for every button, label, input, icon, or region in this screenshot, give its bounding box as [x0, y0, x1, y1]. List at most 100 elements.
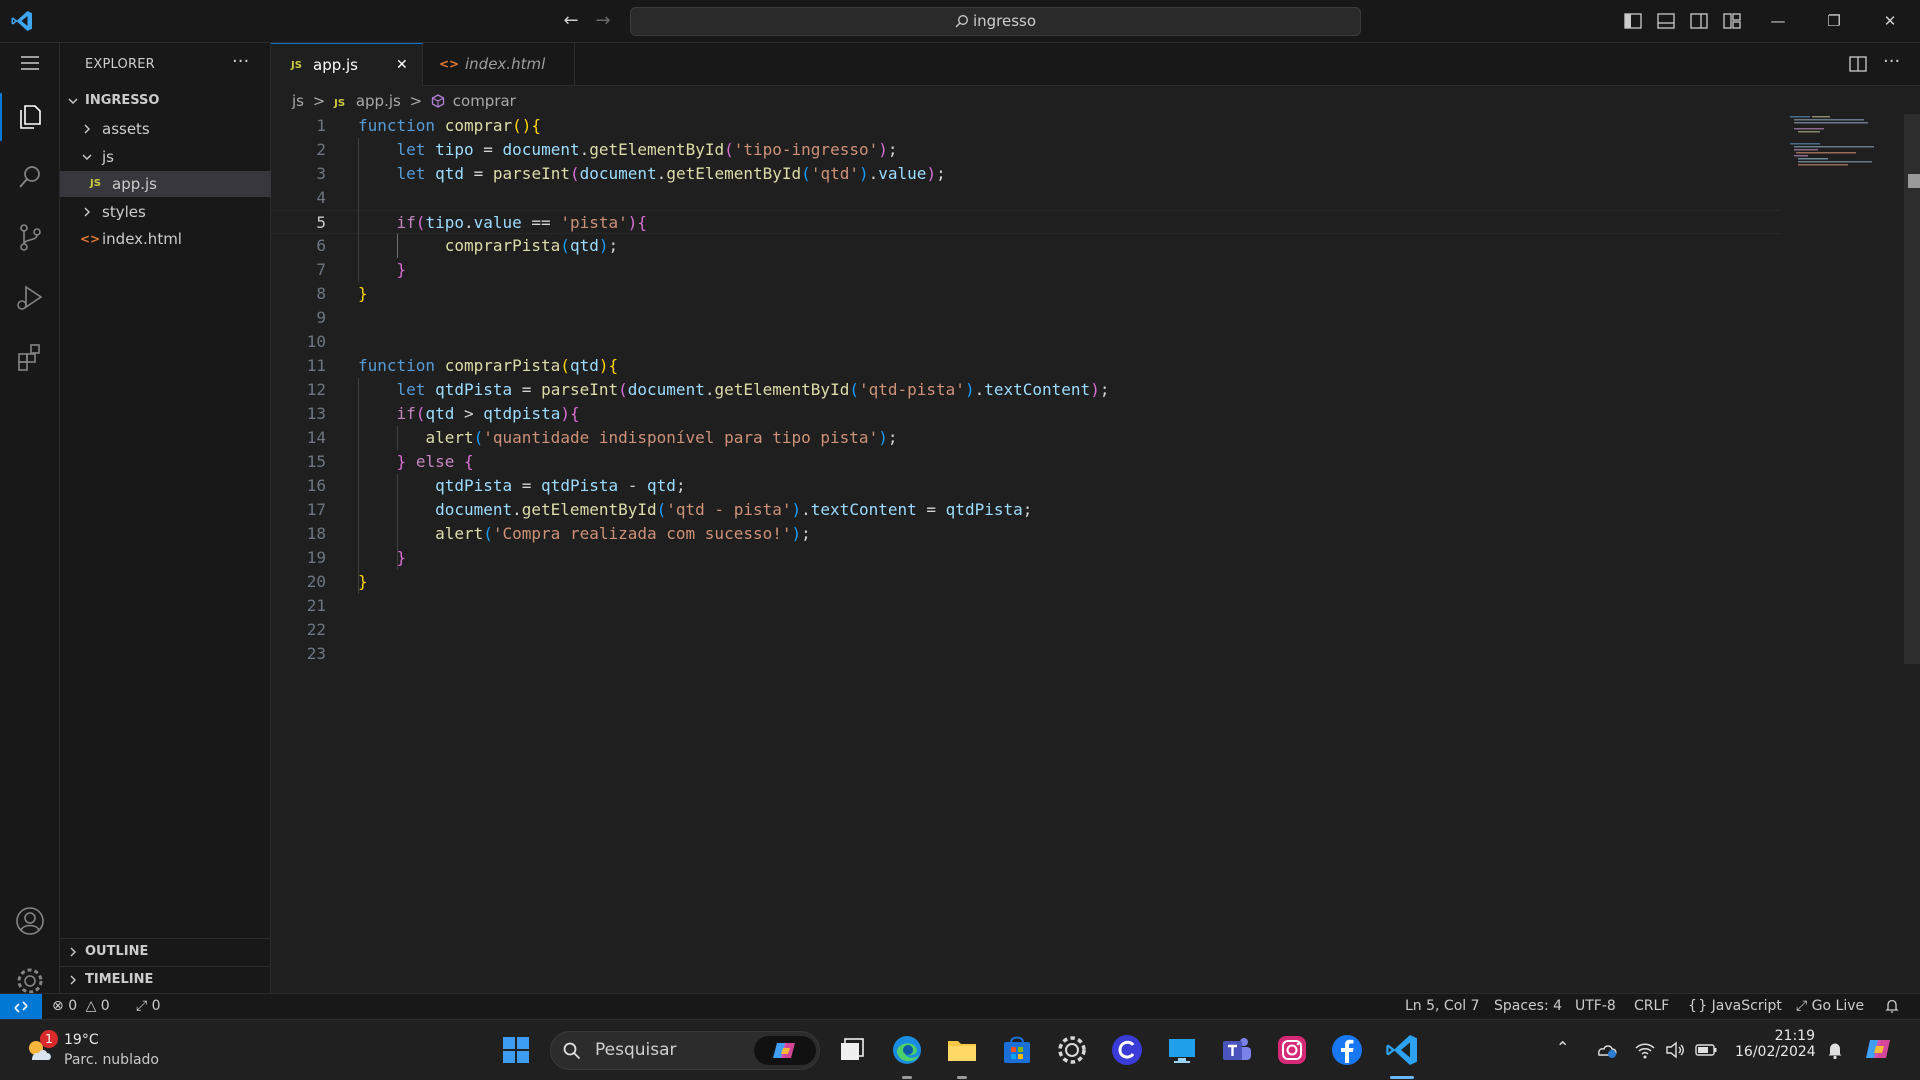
- code-text: alert('Compra realizada com sucesso!');: [435, 524, 811, 543]
- code-line[interactable]: 4: [271, 186, 1781, 210]
- toggle-panel-icon[interactable]: [1655, 10, 1677, 32]
- breadcrumb-file[interactable]: app.js: [356, 92, 401, 110]
- vscode-taskbar-icon[interactable]: [1384, 1032, 1420, 1068]
- extensions-icon[interactable]: [12, 339, 48, 375]
- notification-bell-icon[interactable]: [1825, 1040, 1845, 1060]
- tree-item-js[interactable]: js: [60, 144, 271, 170]
- code-line[interactable]: 12 let qtdPista = parseInt(document.getE…: [271, 378, 1781, 402]
- code-line[interactable]: 2 let tipo = document.getElementById('ti…: [271, 138, 1781, 162]
- split-editor-icon[interactable]: [1848, 54, 1868, 74]
- code-line[interactable]: 11 function comprarPista(qtd){: [271, 354, 1781, 378]
- code-line[interactable]: 10: [271, 330, 1781, 354]
- go-live-button[interactable]: ⤢ Go Live: [1796, 994, 1864, 1019]
- problems-indicator[interactable]: ⊗ 0 △ 0: [52, 994, 110, 1019]
- teams-icon[interactable]: [1219, 1032, 1255, 1068]
- html-file-icon: <>: [80, 232, 101, 246]
- breadcrumb-symbol[interactable]: comprar: [453, 92, 516, 110]
- weather-widget[interactable]: 1 19°C Parc. nublado: [20, 1030, 220, 1074]
- line-ending[interactable]: CRLF: [1634, 994, 1669, 1019]
- code-line[interactable]: 9: [271, 306, 1781, 330]
- volume-icon[interactable]: [1664, 1040, 1686, 1060]
- code-line[interactable]: 23: [271, 642, 1781, 666]
- copilot-preview-icon[interactable]: [1863, 1034, 1895, 1066]
- tree-item-index-html[interactable]: <> index.html: [60, 226, 271, 252]
- language-mode[interactable]: { } JavaScript: [1688, 994, 1782, 1019]
- tree-item-app-js[interactable]: JS app.js: [60, 171, 271, 197]
- encoding[interactable]: UTF-8: [1575, 994, 1616, 1019]
- tree-item-styles[interactable]: styles: [60, 199, 271, 225]
- code-line[interactable]: 5 if(tipo.value == 'pista'){: [271, 210, 1781, 234]
- vscode-logo-icon[interactable]: [10, 9, 34, 33]
- notifications-bell-icon[interactable]: [1884, 998, 1900, 1014]
- close-window-button[interactable]: ✕: [1867, 0, 1913, 43]
- tree-item-assets[interactable]: assets: [60, 116, 271, 142]
- customize-layout-icon[interactable]: [1721, 10, 1743, 32]
- file-explorer-icon[interactable]: [944, 1032, 980, 1068]
- code-line[interactable]: 20}: [271, 570, 1781, 594]
- source-control-icon[interactable]: [12, 219, 48, 255]
- line-number: 10: [306, 332, 326, 351]
- taskbar-search-box[interactable]: Pesquisar: [550, 1031, 820, 1070]
- edge-browser-icon[interactable]: [889, 1032, 925, 1068]
- tree-item-label: assets: [102, 120, 150, 138]
- tab-index-html[interactable]: <> index.html: [423, 43, 575, 86]
- facebook-icon[interactable]: [1329, 1032, 1365, 1068]
- canva-app-icon[interactable]: [1109, 1032, 1145, 1068]
- code-line[interactable]: 7 }: [271, 258, 1781, 282]
- code-editor[interactable]: 1 function comprar(){2 let tipo = documen…: [271, 114, 1920, 992]
- sidebar-more-button[interactable]: ···: [232, 51, 249, 72]
- search-icon[interactable]: [12, 159, 48, 195]
- remote-desktop-icon[interactable]: [1164, 1032, 1200, 1068]
- code-line[interactable]: 22: [271, 618, 1781, 642]
- toggle-secondary-sidebar-icon[interactable]: [1688, 10, 1710, 32]
- workspace-root[interactable]: INGRESSO: [60, 88, 271, 114]
- editor-more-actions-icon[interactable]: ···: [1883, 51, 1900, 72]
- run-debug-icon[interactable]: [12, 279, 48, 315]
- microsoft-store-icon[interactable]: [999, 1032, 1035, 1068]
- minimize-button[interactable]: —: [1755, 0, 1801, 43]
- remote-indicator[interactable]: [0, 994, 42, 1019]
- instagram-icon[interactable]: [1274, 1032, 1310, 1068]
- battery-icon[interactable]: [1694, 1040, 1718, 1060]
- explorer-icon[interactable]: [12, 99, 48, 135]
- code-line[interactable]: 3 let qtd = parseInt(document.getElement…: [271, 162, 1781, 186]
- forward-arrow-icon[interactable]: →: [591, 10, 615, 34]
- code-line[interactable]: 18 alert('Compra realizada com sucesso!'…: [271, 522, 1781, 546]
- tab-app-js[interactable]: JS app.js ✕: [271, 43, 423, 86]
- windows-start-icon[interactable]: [498, 1032, 534, 1068]
- editor-scrollbar[interactable]: [1904, 114, 1920, 664]
- toggle-primary-sidebar-icon[interactable]: [1622, 10, 1644, 32]
- code-line[interactable]: 6 comprarPista(qtd);: [271, 234, 1781, 258]
- code-text: document.getElementById('qtd - pista').t…: [435, 500, 1033, 519]
- back-arrow-icon[interactable]: ←: [559, 10, 583, 34]
- cursor-position[interactable]: Ln 5, Col 7: [1405, 994, 1480, 1019]
- timeline-section[interactable]: TIMELINE: [60, 966, 271, 992]
- code-line[interactable]: 13 if(qtd > qtdpista){: [271, 402, 1781, 426]
- task-view-icon[interactable]: [834, 1032, 870, 1068]
- minimap[interactable]: [1790, 114, 1880, 174]
- ports-indicator[interactable]: ⤢ 0: [136, 994, 161, 1019]
- indentation[interactable]: Spaces: 4: [1494, 994, 1562, 1019]
- outline-section[interactable]: OUTLINE: [60, 938, 271, 964]
- code-line[interactable]: 19 }: [271, 546, 1781, 570]
- command-center-search[interactable]: ingresso: [630, 7, 1361, 36]
- menu-icon[interactable]: [12, 45, 48, 81]
- clock[interactable]: 21:19 16/02/2024: [1735, 1028, 1816, 1060]
- code-line[interactable]: 1 function comprar(){: [271, 114, 1781, 138]
- show-hidden-icons-chevron[interactable]: ⌃: [1556, 1038, 1569, 1057]
- accounts-icon[interactable]: [12, 903, 48, 939]
- restore-button[interactable]: ❐: [1811, 0, 1857, 43]
- tab-close-icon[interactable]: ✕: [396, 44, 408, 87]
- copilot-pill[interactable]: [754, 1036, 816, 1065]
- code-line[interactable]: 16 qtdPista = qtdPista - qtd;: [271, 474, 1781, 498]
- code-line[interactable]: 17 document.getElementById('qtd - pista'…: [271, 498, 1781, 522]
- wifi-icon[interactable]: [1634, 1040, 1656, 1060]
- breadcrumb-folder[interactable]: js: [292, 92, 304, 110]
- onedrive-status-icon[interactable]: [1596, 1040, 1618, 1060]
- code-line[interactable]: 15 } else {: [271, 450, 1781, 474]
- code-line[interactable]: 8}: [271, 282, 1781, 306]
- settings-gear-icon[interactable]: [1054, 1032, 1090, 1068]
- taskbar-search-placeholder: Pesquisar: [595, 1040, 677, 1060]
- code-line[interactable]: 21: [271, 594, 1781, 618]
- code-line[interactable]: 14 alert('quantidade indisponível para t…: [271, 426, 1781, 450]
